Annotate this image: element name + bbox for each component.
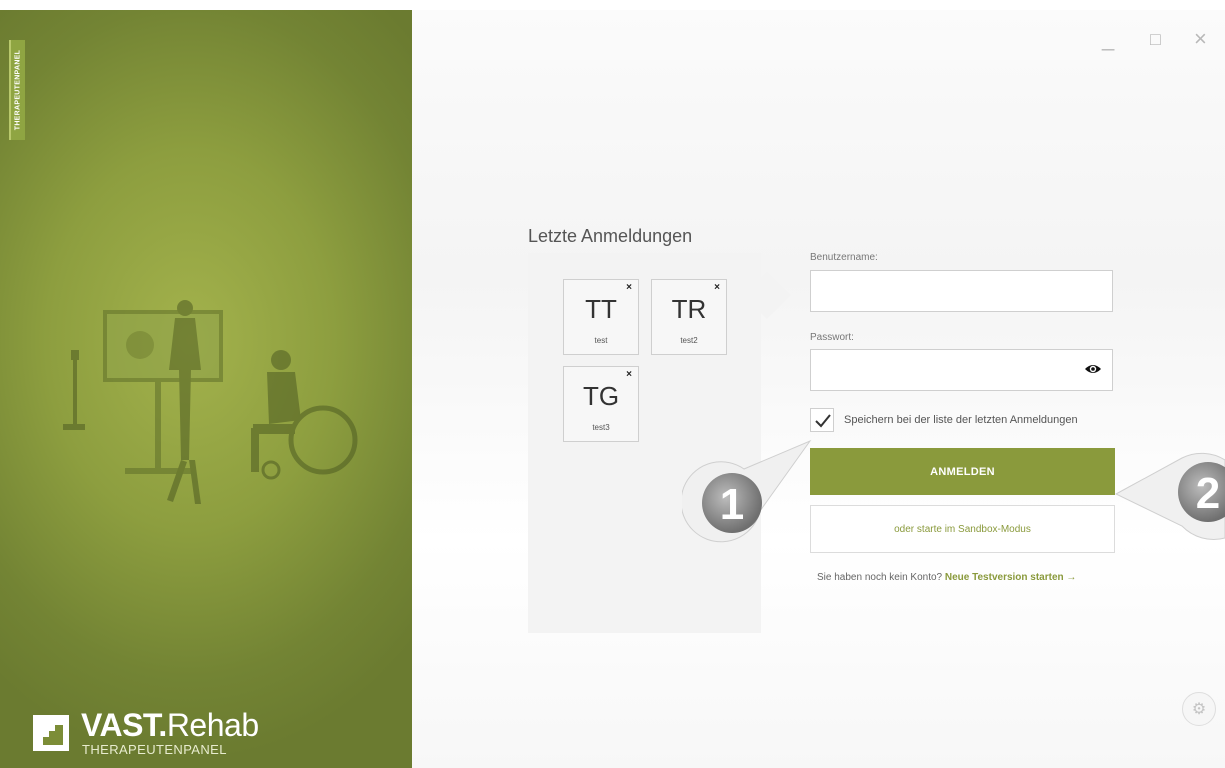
logo-brand-bold: VAST. — [81, 707, 167, 743]
recent-login-tile[interactable]: × TG test3 — [563, 366, 639, 442]
start-trial-link[interactable]: Neue Testversion starten → — [945, 572, 1077, 583]
recent-login-tile[interactable]: × TR test2 — [651, 279, 727, 355]
remember-checkbox[interactable] — [810, 408, 834, 432]
app-window: THERAPEUTENPANEL VAST.Rehab THERAPEUTENP… — [0, 0, 1225, 768]
logo-wordmark: VAST.Rehab — [81, 707, 259, 744]
remove-tile-icon[interactable]: × — [626, 369, 632, 380]
vast-rehab-logo: VAST.Rehab THERAPEUTENPANEL — [33, 705, 353, 761]
tile-username: test — [594, 336, 608, 345]
password-input[interactable] — [810, 349, 1113, 391]
minimize-button[interactable]: _ — [1102, 28, 1114, 50]
remove-tile-icon[interactable]: × — [626, 282, 632, 293]
maximize-button[interactable]: □ — [1150, 28, 1161, 50]
brand-panel: THERAPEUTENPANEL VAST.Rehab THERAPEUTENP… — [0, 10, 412, 768]
tile-username: test2 — [680, 336, 698, 345]
remove-tile-icon[interactable]: × — [714, 282, 720, 293]
tile-initials: TR — [671, 294, 707, 324]
callout-2: 2 — [1114, 452, 1225, 540]
checkmark-icon — [815, 414, 831, 428]
remember-label[interactable]: Speichern bei der liste der letzten Anme… — [844, 414, 1078, 426]
settings-button[interactable]: ⚙ — [1182, 692, 1216, 726]
sandbox-mode-button[interactable]: oder starte im Sandbox-Modus — [810, 505, 1115, 553]
logo-mark-icon — [33, 715, 69, 751]
tile-initials: TT — [585, 294, 617, 324]
gear-icon: ⚙ — [1191, 701, 1207, 718]
callout-1-number: 1 — [720, 480, 744, 529]
vertical-tab[interactable]: THERAPEUTENPANEL — [9, 40, 25, 140]
title-bar-strip — [0, 0, 1225, 10]
login-area: _ □ × Letzte Anmeldungen × TT test × TR … — [412, 10, 1225, 768]
signup-line: Sie haben noch kein Konto? Neue Testvers… — [817, 572, 1076, 583]
eye-icon[interactable] — [1084, 362, 1102, 376]
login-button[interactable]: ANMELDEN — [810, 448, 1115, 495]
recent-login-tile[interactable]: × TT test — [563, 279, 639, 355]
callout-2-number: 2 — [1196, 469, 1220, 518]
tile-initials: TG — [582, 381, 620, 411]
username-input[interactable] — [810, 270, 1113, 312]
tile-username: test3 — [592, 423, 610, 432]
logo-brand-light: Rehab — [166, 707, 259, 743]
vertical-tab-label: THERAPEUTENPANEL — [14, 49, 22, 131]
recent-logins-title: Letzte Anmeldungen — [528, 226, 693, 246]
password-label: Passwort: — [810, 332, 854, 343]
logo-subtitle: THERAPEUTENPANEL — [82, 742, 227, 757]
callout-1: 1 — [682, 439, 812, 543]
signup-prompt: Sie haben noch kein Konto? — [817, 572, 943, 583]
username-label: Benutzername: — [810, 252, 878, 263]
close-button[interactable]: × — [1194, 28, 1207, 50]
rehab-scene-illustration — [63, 300, 358, 504]
